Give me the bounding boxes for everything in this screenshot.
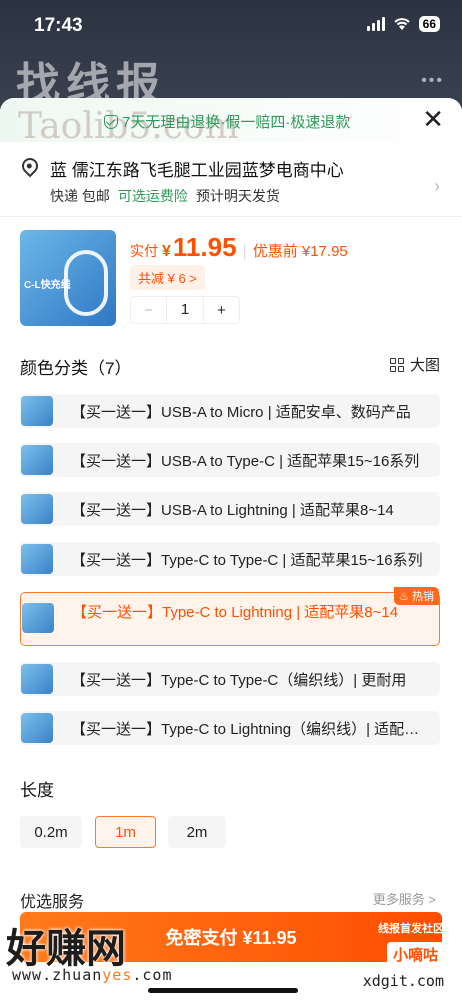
hot-badge: ♨ 热销: [394, 587, 439, 605]
length-option-2m[interactable]: 2m: [168, 816, 226, 848]
option-thumbnail: [21, 713, 53, 743]
fire-icon: ♨: [399, 591, 409, 603]
price-value: 11.95: [172, 232, 237, 262]
price-label: 实付: [130, 243, 158, 259]
quantity-value[interactable]: 1: [166, 297, 204, 323]
price-row: 实付 ¥ 11.95 | 优惠前 ¥17.95: [130, 232, 348, 263]
divider: [0, 216, 462, 217]
big-view-toggle[interactable]: 大图: [389, 354, 440, 375]
option-label: 【买一送一】USB-A to Type-C | 适配苹果15~16系列: [71, 452, 420, 470]
increase-button[interactable]: +: [204, 302, 239, 319]
option-thumbnail: [21, 664, 53, 694]
address-line: 蓝 儒江东路飞毛腿工业园蓝梦电商中心: [50, 161, 344, 180]
color-option[interactable]: 【买一送一】USB-A to Micro | 适配安卓、数码产品: [20, 394, 440, 428]
delivery-info: 快递 包邮 可选运费险 预计明天发货: [50, 186, 280, 206]
option-label: 【买一送一】USB-A to Micro | 适配安卓、数码产品: [71, 403, 411, 421]
location-pin-icon: [18, 154, 42, 178]
option-label: 【买一送一】USB-A to Lightning | 适配苹果8~14: [71, 501, 394, 519]
color-option[interactable]: 【买一送一】USB-A to Lightning | 适配苹果8~14: [20, 492, 440, 526]
sku-sheet: Taolib5.com 7天无理由退换·假一赔四·极速退款 ✕ 蓝 儒江东路飞毛…: [0, 98, 462, 1000]
length-option-0-2m[interactable]: 0.2m: [20, 816, 82, 848]
guarantee-bar: Taolib5.com 7天无理由退换·假一赔四·极速退款 ✕: [0, 98, 462, 147]
wm-url-hl: yes: [102, 966, 133, 984]
delivery-method: 快递 包邮: [50, 188, 110, 204]
guarantee-text: 7天无理由退换·假一赔四·极速退款: [104, 111, 350, 132]
home-indicator: [148, 988, 298, 993]
more-services-link[interactable]: 更多服务 >: [373, 889, 436, 908]
color-option-selected[interactable]: 【买一送一】Type-C to Lightning | 适配苹果8~14 ♨ 热…: [20, 587, 440, 646]
product-summary: C-L快充线 实付 ¥ 11.95 | 优惠前 ¥17.95 共减 ¥ 6 > …: [0, 228, 462, 328]
address-section[interactable]: 蓝 儒江东路飞毛腿工业园蓝梦电商中心 快递 包邮 可选运费险 预计明天发货 ›: [0, 148, 462, 216]
color-option[interactable]: 【买一送一】Type-C to Lightning（编织线）| 适配苹果: [20, 711, 440, 745]
color-option[interactable]: 【买一送一】Type-C to Type-C（编织线）| 更耐用: [20, 662, 440, 696]
wm-url-pre: www.zhuan: [12, 966, 103, 984]
option-thumbnail: [21, 445, 53, 475]
battery-icon: 66: [418, 16, 440, 32]
watermark-right-top: 线报首发社区: [378, 923, 444, 935]
original-price: 优惠前 ¥17.95: [252, 243, 348, 260]
services-title: 优选服务: [20, 894, 85, 911]
shield-check-icon: [104, 114, 118, 129]
option-thumbnail: [22, 603, 54, 633]
decrease-button[interactable]: −: [131, 302, 166, 319]
product-image[interactable]: C-L快充线: [20, 230, 116, 326]
product-thumb-label: C-L快充线: [24, 280, 71, 291]
grid-icon: [389, 357, 404, 372]
services-row: 优选服务 更多服务 >: [20, 888, 440, 911]
watermark-right-url: xdgit.com: [362, 972, 444, 990]
discount-badge[interactable]: 共减 ¥ 6 >: [130, 265, 205, 290]
signal-icon: [366, 17, 385, 31]
option-thumbnail: [21, 544, 53, 574]
chevron-right-icon: ›: [434, 176, 440, 196]
wm-url-post: .com: [132, 966, 173, 984]
status-time: 17:43: [34, 15, 83, 36]
length-option-1m[interactable]: 1m: [95, 816, 156, 848]
watermark-right-box: 小嘀咕: [386, 942, 444, 967]
wifi-icon: [393, 18, 410, 30]
shipping-insurance[interactable]: 可选运费险: [118, 186, 188, 206]
length-section-title: 长度: [20, 781, 54, 800]
quantity-stepper: − 1 +: [130, 296, 240, 324]
color-option[interactable]: 【买一送一】USB-A to Type-C | 适配苹果15~16系列: [20, 443, 440, 477]
status-icons: 66: [366, 16, 440, 32]
watermark-bottom-url: www.zhuanyes.com: [12, 966, 173, 984]
option-label: 【买一送一】Type-C to Lightning（编织线）| 适配苹果: [71, 720, 426, 738]
close-icon[interactable]: ✕: [422, 106, 444, 132]
option-label: 【买一送一】Type-C to Type-C | 适配苹果15~16系列: [71, 551, 423, 569]
status-bar: 17:43 66: [0, 0, 462, 52]
ship-estimate: 预计明天发货: [195, 188, 280, 204]
color-option[interactable]: 【买一送一】Type-C to Type-C | 适配苹果15~16系列: [20, 542, 440, 576]
guarantee-label: 7天无理由退换·假一赔四·极速退款: [122, 114, 351, 131]
big-view-label: 大图: [409, 357, 440, 374]
more-icon[interactable]: •••: [421, 72, 444, 90]
price-separator: |: [242, 243, 247, 260]
option-label: 【买一送一】Type-C to Lightning | 适配苹果8~14: [72, 604, 399, 621]
color-section-title: 颜色分类（7）: [20, 359, 132, 378]
price-symbol: ¥: [162, 243, 171, 260]
option-label: 【买一送一】Type-C to Type-C（编织线）| 更耐用: [71, 671, 407, 689]
option-thumbnail: [21, 396, 53, 426]
hot-badge-label: 热销: [412, 591, 434, 603]
option-thumbnail: [21, 494, 53, 524]
